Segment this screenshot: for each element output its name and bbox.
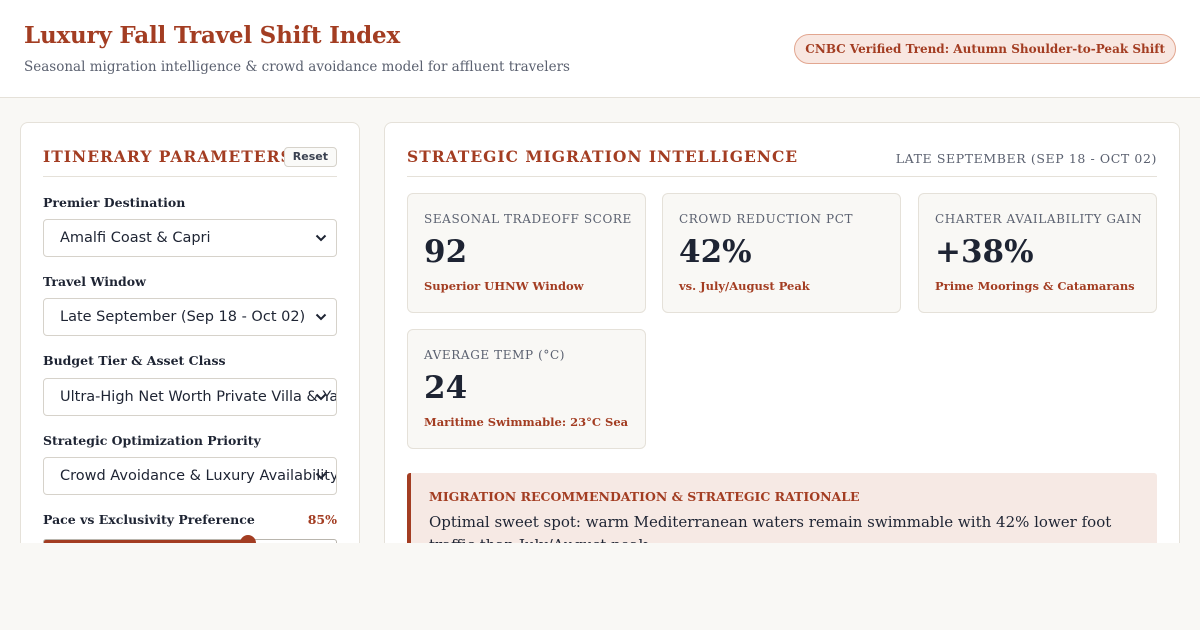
destination-label: Premier Destination [43, 195, 186, 210]
page-title: Luxury Fall Travel Shift Index [24, 22, 400, 49]
recommendation-box: MIGRATION RECOMMENDATION & STRATEGIC RAT… [407, 473, 1157, 543]
metric-value: +38% [935, 234, 1034, 270]
chevron-down-icon [315, 458, 327, 480]
budget-tier-select-value: Ultra-High Net Worth Private Villa & Yac… [60, 389, 337, 405]
slider-fill [44, 540, 249, 543]
metric-label: Seasonal Tradeoff Score [424, 212, 632, 226]
travel-window-label: Travel Window [43, 274, 146, 289]
content-viewport[interactable]: Itinerary Parameters Reset Premier Desti… [0, 98, 1200, 543]
parameters-divider [43, 176, 337, 177]
metric-label: Average Temp (°C) [424, 348, 566, 362]
itinerary-parameters-panel: Itinerary Parameters Reset Premier Desti… [20, 122, 360, 543]
pace-exclusivity-value: 85% [307, 512, 337, 527]
metric-value: 42% [679, 234, 752, 270]
budget-tier-label: Budget Tier & Asset Class [43, 353, 226, 368]
optimization-priority-select[interactable]: Crowd Avoidance & Luxury Availability [43, 457, 337, 495]
metric-card-tradeoff-score: Seasonal Tradeoff Score 92 Superior UHNW… [407, 193, 646, 313]
reset-button[interactable]: Reset [283, 147, 337, 167]
metric-label: Crowd Reduction Pct [679, 212, 854, 226]
travel-window-select-value: Late September (Sep 18 - Oct 02) [60, 309, 306, 325]
pace-exclusivity-label: Pace vs Exclusivity Preference [43, 512, 255, 527]
page-subtitle: Seasonal migration intelligence & crowd … [24, 59, 570, 75]
trend-badge: CNBC Verified Trend: Autumn Shoulder-to-… [794, 34, 1176, 64]
metric-card-crowd-reduction: Crowd Reduction Pct 42% vs. July/August … [662, 193, 901, 313]
optimization-priority-select-value: Crowd Avoidance & Luxury Availability [60, 468, 337, 484]
metric-label: Charter Availability Gain [935, 212, 1143, 226]
metric-value: 24 [424, 370, 468, 406]
page-header: Luxury Fall Travel Shift Index Seasonal … [0, 0, 1200, 98]
recommendation-text: Optimal sweet spot: warm Mediterranean w… [429, 513, 1112, 543]
metric-card-average-temp: Average Temp (°C) 24 Maritime Swimmable:… [407, 329, 646, 449]
travel-window-select[interactable]: Late September (Sep 18 - Oct 02) [43, 298, 337, 336]
destination-select[interactable]: Amalfi Coast & Capri [43, 219, 337, 257]
recommendation-title: MIGRATION RECOMMENDATION & STRATEGIC RAT… [429, 489, 860, 504]
metric-subtext: Superior UHNW Window [424, 279, 584, 293]
intelligence-divider [407, 176, 1157, 177]
migration-intelligence-panel: Strategic Migration Intelligence LATE SE… [384, 122, 1180, 543]
metric-subtext: Maritime Swimmable: 23°C Sea [424, 415, 629, 429]
destination-select-value: Amalfi Coast & Capri [60, 230, 211, 246]
metric-card-charter-availability: Charter Availability Gain +38% Prime Moo… [918, 193, 1157, 313]
intelligence-title: Strategic Migration Intelligence [407, 147, 799, 166]
metric-subtext: Prime Moorings & Catamarans [935, 279, 1135, 293]
pace-exclusivity-slider[interactable] [43, 535, 337, 543]
date-range-label: LATE SEPTEMBER (SEP 18 - OCT 02) [895, 151, 1157, 166]
chevron-down-icon [315, 299, 327, 321]
metric-value: 92 [424, 234, 468, 270]
chevron-down-icon [315, 220, 327, 242]
optimization-priority-label: Strategic Optimization Priority [43, 433, 261, 448]
chevron-down-icon [315, 379, 327, 401]
budget-tier-select[interactable]: Ultra-High Net Worth Private Villa & Yac… [43, 378, 337, 416]
metric-subtext: vs. July/August Peak [679, 279, 810, 293]
parameters-title: Itinerary Parameters [43, 147, 293, 166]
slider-thumb[interactable] [240, 535, 257, 543]
